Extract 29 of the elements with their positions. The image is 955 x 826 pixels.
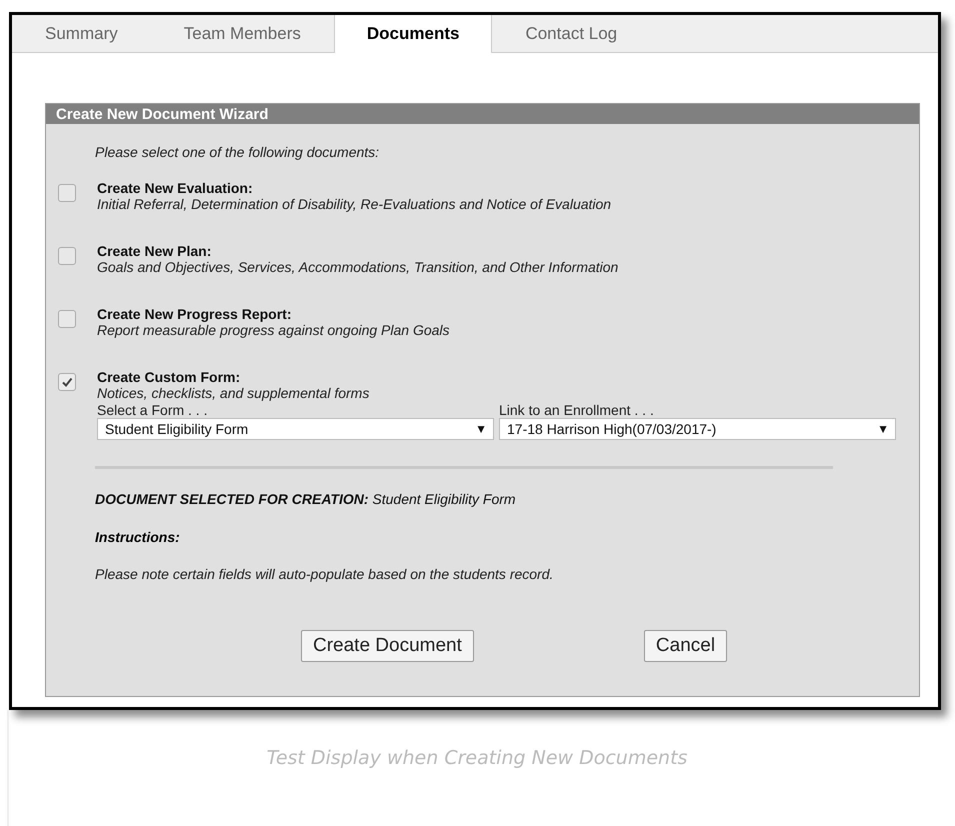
- option-title: Create New Progress Report:: [97, 306, 293, 322]
- instructions-text: Please note certain fields will auto-populate based on the students record.: [95, 566, 554, 582]
- create-document-button[interactable]: Create Document: [301, 630, 474, 662]
- prompt-text: Please select one of the following documents:: [95, 144, 380, 160]
- cancel-button[interactable]: Cancel: [644, 630, 728, 662]
- tab[interactable]: Documents: [334, 15, 492, 53]
- dropdown[interactable]: 17-18 Harrison High(07/03/2017-) ▼: [499, 418, 896, 440]
- select-label: Select a Form . . .: [97, 402, 208, 418]
- checkbox[interactable]: [58, 247, 76, 265]
- option-title: Create New Evaluation:: [97, 180, 254, 196]
- option-description: Report measurable progress against ongoing Plan Goals: [97, 322, 450, 339]
- tab[interactable]: Contact Log: [492, 15, 650, 52]
- caption: Test Display when Creating New Documents: [266, 747, 688, 769]
- checkbox[interactable]: [58, 184, 76, 202]
- option-description: Initial Referral, Determination of Disability, Re-Evaluations and Notice of Evaluation: [97, 196, 612, 213]
- option-description: Notices, checklists, and supplemental forms: [97, 385, 370, 402]
- tab[interactable]: Team Members: [150, 15, 334, 52]
- selected-document-text: DOCUMENT SELECTED FOR CREATION: Student Eligibility Form: [95, 491, 517, 507]
- dropdown[interactable]: Student Eligibility Form ▼: [97, 418, 494, 440]
- option-description: Goals and Objectives, Services, Accommodations, Transition, and Other Information: [97, 259, 618, 276]
- checkmark-icon: [61, 376, 73, 388]
- instructions-label: Instructions:: [95, 529, 181, 545]
- option-title: Create Custom Form:: [97, 369, 242, 385]
- checkbox[interactable]: [58, 373, 76, 391]
- tab[interactable]: Summary: [20, 15, 151, 52]
- option-title: Create New Plan:: [97, 243, 212, 259]
- checkbox[interactable]: [58, 310, 76, 328]
- select-label: Link to an Enrollment . . .: [499, 402, 655, 418]
- panel-header: Create New Document Wizard: [46, 104, 919, 124]
